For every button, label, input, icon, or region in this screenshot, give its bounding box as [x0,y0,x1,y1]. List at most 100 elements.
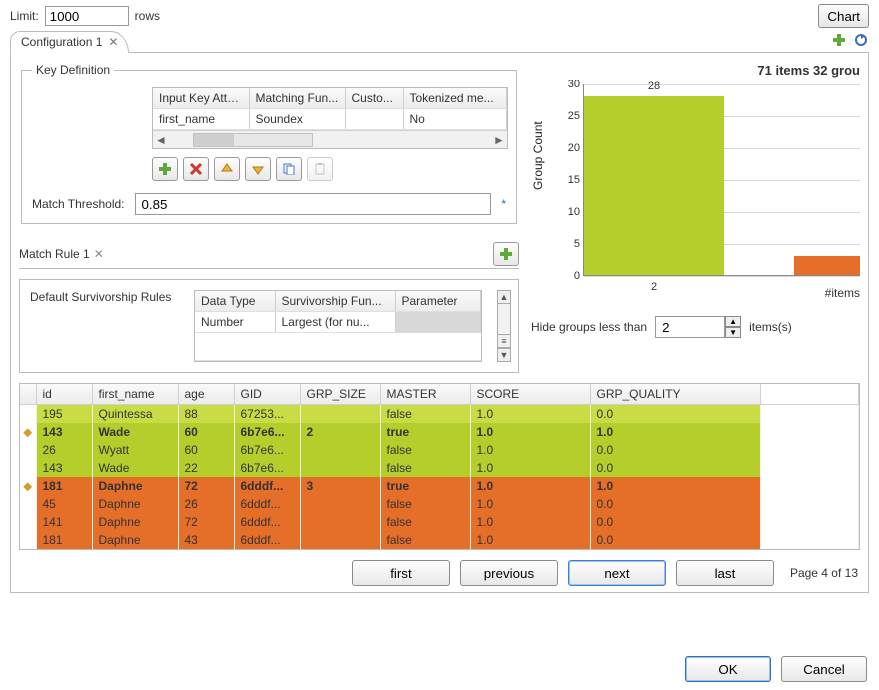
chart-title: 71 items 32 grou [531,63,860,80]
groups-bar-chart: Group Count 05101520253028233 #items [531,80,860,300]
table-row[interactable]: 141Daphne726dddf...false1.00.0 [20,513,859,531]
results-cell [300,531,380,549]
results-cell: 0.0 [590,441,760,459]
spin-down-icon[interactable]: ▼ [725,327,741,338]
results-cell: 1.0 [470,513,590,531]
results-cell: 141 [36,513,92,531]
table-row[interactable]: ⬥143Wade606b7e6...2true1.01.0 [20,423,859,441]
results-cell: 72 [178,477,234,495]
add-config-icon[interactable] [831,32,847,48]
results-table[interactable]: idfirst_nameageGIDGRP_SIZEMASTERSCOREGRP… [20,384,859,549]
tab-label: Configuration 1 [21,35,102,49]
results-cell: 6dddf... [234,531,300,549]
close-tab-icon[interactable]: ✕ [108,35,118,49]
pager-last-button[interactable]: last [676,560,774,586]
kd-col-func[interactable]: Matching Fun... [249,88,345,109]
pager-first-button[interactable]: first [352,560,450,586]
surv-row[interactable]: Number Largest (for nu... [195,312,481,333]
surv-col-param[interactable]: Parameter [395,291,481,312]
pager-next-button[interactable]: next [568,560,666,586]
tab-configuration-1[interactable]: Configuration 1 ✕ [10,31,129,53]
results-cell: 60 [178,423,234,441]
survivorship-table[interactable]: Data Type Survivorship Fun... Parameter … [194,290,482,362]
results-cell [300,441,380,459]
results-cell: 0.0 [590,495,760,513]
results-cell: 181 [36,531,92,549]
results-cell: Daphne [92,513,178,531]
chart-xtick: 2 [651,281,657,293]
results-cell: 72 [178,513,234,531]
results-col-marker [20,384,36,405]
results-col-grp_quality[interactable]: GRP_QUALITY [590,384,760,405]
cancel-button[interactable]: Cancel [781,656,867,682]
chart-ytick: 15 [554,174,580,186]
results-cell: 1.0 [470,531,590,549]
kd-cell-cust [345,109,403,130]
kd-horizontal-scrollbar[interactable]: ◄ ► [153,130,507,148]
ok-button[interactable]: OK [685,656,771,682]
results-cell: 45 [36,495,92,513]
results-col-grp_size[interactable]: GRP_SIZE [300,384,380,405]
surv-col-type[interactable]: Data Type [195,291,275,312]
match-threshold-label: Match Threshold: [32,197,125,211]
results-cell [300,495,380,513]
chart-button[interactable]: Chart [818,4,869,28]
results-cell: Wyatt [92,441,178,459]
hide-groups-input[interactable] [655,316,725,338]
results-cell: 1.0 [590,477,760,495]
results-cell: 26 [36,441,92,459]
results-cell: 1.0 [470,405,590,424]
limit-label: Limit: [10,9,39,23]
match-threshold-input[interactable] [135,193,492,215]
limit-input[interactable] [45,6,129,26]
table-row[interactable]: 195Quintessa8867253...false1.00.0 [20,405,859,424]
kd-delete-button[interactable] [183,157,209,181]
chart-y-axis-label: Group Count [531,121,545,190]
results-col-score[interactable]: SCORE [470,384,590,405]
surv-col-func[interactable]: Survivorship Fun... [275,291,395,312]
chart-ytick: 10 [554,206,580,218]
survivorship-vertical-scrollbar[interactable]: ▲ ≡ ▼ [496,290,512,362]
results-cell: 6b7e6... [234,459,300,477]
refresh-config-icon[interactable] [853,32,869,48]
table-row[interactable]: ⬥181Daphne726dddf...3true1.01.0 [20,477,859,495]
kd-move-down-button[interactable] [245,157,271,181]
results-cell: 22 [178,459,234,477]
kd-col-token[interactable]: Tokenized me... [403,88,507,109]
hide-groups-label: Hide groups less than [531,320,647,334]
hide-groups-suffix: items(s) [749,320,792,334]
results-col-first_name[interactable]: first_name [92,384,178,405]
table-row[interactable]: 45Daphne266dddf...false1.00.0 [20,495,859,513]
chart-bar: 28 [584,96,724,275]
results-cell [300,405,380,424]
results-cell: Daphne [92,531,178,549]
results-col-master[interactable]: MASTER [380,384,470,405]
results-cell: 6dddf... [234,513,300,531]
results-cell: false [380,495,470,513]
row-marker-icon [20,441,36,459]
add-rule-button[interactable] [493,242,519,266]
pager-info: Page 4 of 13 [790,566,858,580]
results-cell: true [380,477,470,495]
table-row[interactable]: 143Wade226b7e6...false1.00.0 [20,459,859,477]
kd-col-custom[interactable]: Custo... [345,88,403,109]
results-col-id[interactable]: id [36,384,92,405]
close-rule-icon[interactable]: ✕ [94,247,104,261]
spin-up-icon[interactable]: ▲ [725,316,741,327]
kd-add-button[interactable] [152,157,178,181]
kd-move-up-button[interactable] [214,157,240,181]
chart-bar: 3 [794,256,860,275]
results-cell: 43 [178,531,234,549]
results-col-gid[interactable]: GID [234,384,300,405]
results-cell: Daphne [92,495,178,513]
results-cell: 181 [36,477,92,495]
kd-col-input[interactable]: Input Key Attri... [153,88,249,109]
table-row[interactable]: 26Wyatt606b7e6...false1.00.0 [20,441,859,459]
table-row[interactable]: 181Daphne436dddf...false1.00.0 [20,531,859,549]
results-col-age[interactable]: age [178,384,234,405]
kd-paste-button [307,157,333,181]
pager-previous-button[interactable]: previous [460,560,558,586]
kd-copy-button[interactable] [276,157,302,181]
kd-row[interactable]: first_name Soundex No [153,109,507,130]
key-definition-table[interactable]: Input Key Attri... Matching Fun... Custo… [152,87,508,149]
